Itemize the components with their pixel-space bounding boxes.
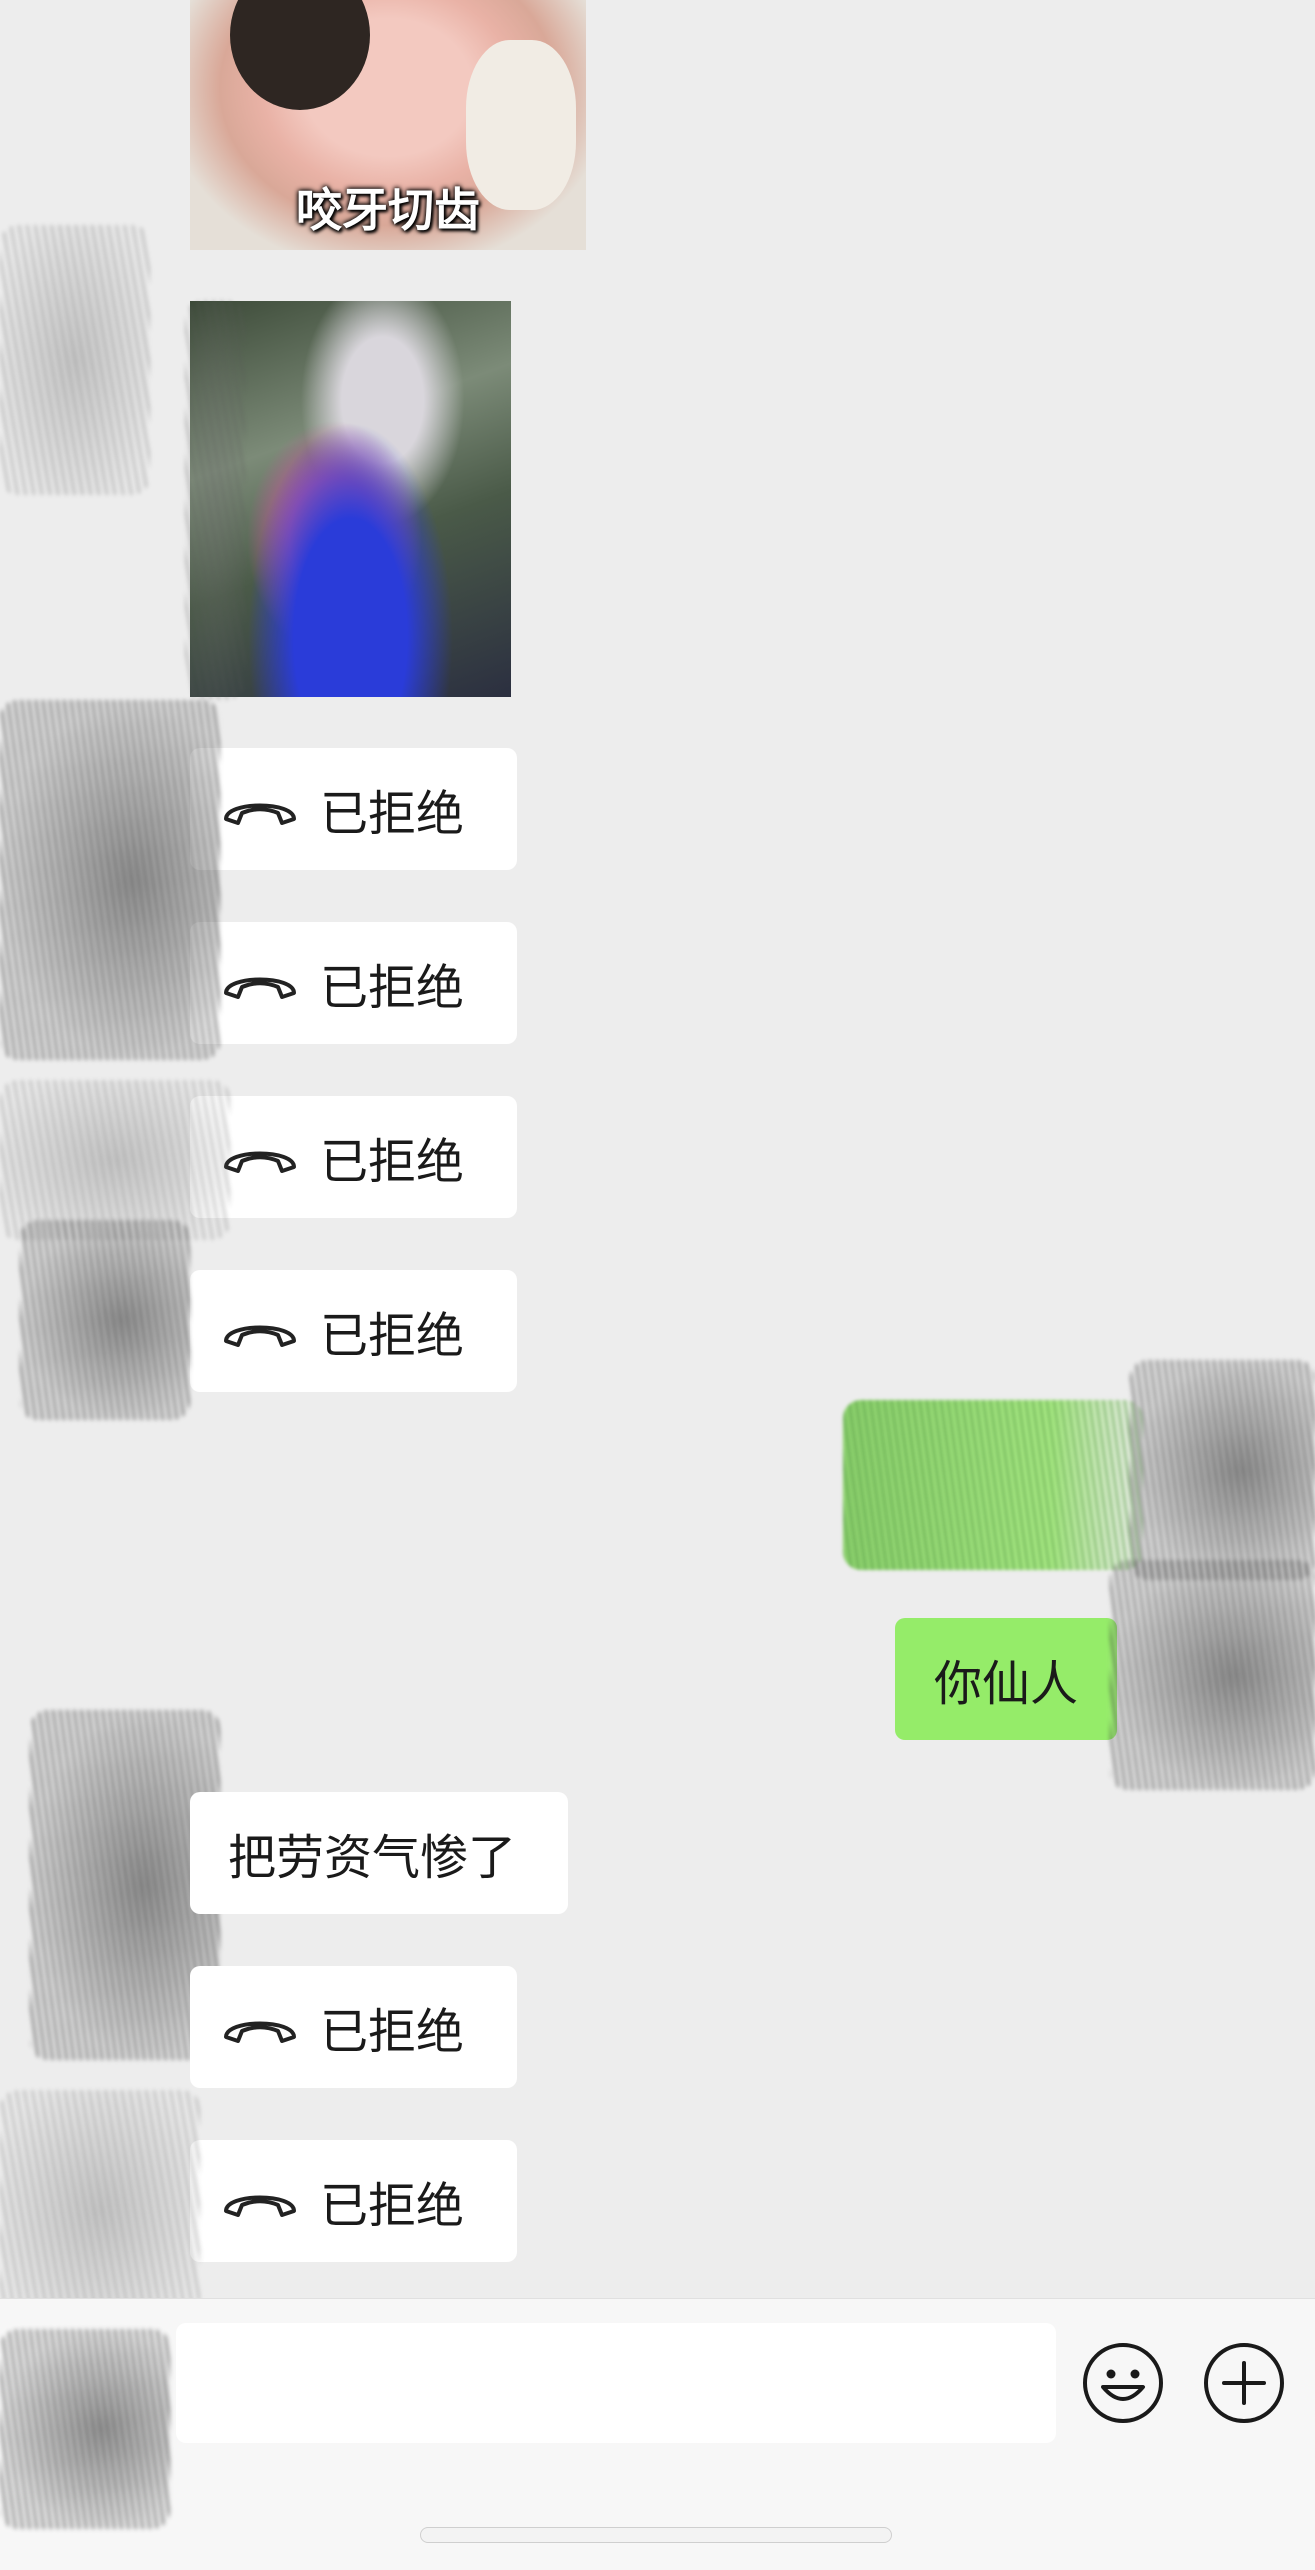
outgoing-message-bubble[interactable]: 你仙人 <box>895 1618 1117 1740</box>
redaction-scribble <box>185 300 245 700</box>
smiley-icon[interactable] <box>1081 2341 1165 2425</box>
call-status-label: 已拒绝 <box>320 960 465 1016</box>
phone-hangup-icon <box>224 977 296 999</box>
call-status-label: 已拒绝 <box>320 786 465 842</box>
phone-hangup-icon <box>224 2195 296 2217</box>
redacted-avatar <box>1110 1560 1315 1790</box>
call-status-label: 已拒绝 <box>320 2004 465 2060</box>
redacted-avatar <box>0 1080 230 1240</box>
call-record-bubble[interactable]: 已拒绝 <box>190 748 517 870</box>
phone-hangup-icon <box>224 1325 296 1347</box>
chat-message-list[interactable]: 咬牙切齿 已拒绝 已拒绝 已拒绝 已拒绝 你仙人 把劳资气惨了 已拒绝 已拒绝 <box>0 0 1315 2330</box>
call-status-label: 已拒绝 <box>320 2178 465 2234</box>
redacted-avatar <box>1130 1360 1315 1580</box>
redacted-outgoing-message <box>843 1400 1143 1570</box>
plus-circle-icon[interactable] <box>1202 2341 1286 2425</box>
call-record-bubble[interactable]: 已拒绝 <box>190 1270 517 1392</box>
call-status-label: 已拒绝 <box>320 1134 465 1190</box>
call-record-bubble[interactable]: 已拒绝 <box>190 1096 517 1218</box>
incoming-message-bubble[interactable]: 把劳资气惨了 <box>190 1792 568 1914</box>
phone-hangup-icon <box>224 803 296 825</box>
phone-hangup-icon <box>224 2021 296 2043</box>
message-input[interactable] <box>176 2323 1056 2443</box>
message-text: 你仙人 <box>933 1656 1078 1712</box>
call-record-bubble[interactable]: 已拒绝 <box>190 922 517 1044</box>
message-text: 把劳资气惨了 <box>228 1830 517 1886</box>
input-bar <box>0 2298 1315 2570</box>
call-record-bubble[interactable]: 已拒绝 <box>190 1966 517 2088</box>
redacted-avatar <box>0 225 150 495</box>
voice-toggle-button[interactable] <box>0 2329 170 2529</box>
phone-hangup-icon <box>224 1151 296 1173</box>
redacted-avatar <box>0 2090 200 2330</box>
sticker-caption: 咬牙切齿 <box>296 183 480 237</box>
call-record-bubble[interactable]: 已拒绝 <box>190 2140 517 2262</box>
sticker-image[interactable]: 咬牙切齿 <box>190 0 586 250</box>
redacted-avatar <box>20 1220 190 1420</box>
redacted-avatar <box>0 700 220 1060</box>
call-status-label: 已拒绝 <box>320 1308 465 1364</box>
home-indicator <box>420 2527 892 2543</box>
